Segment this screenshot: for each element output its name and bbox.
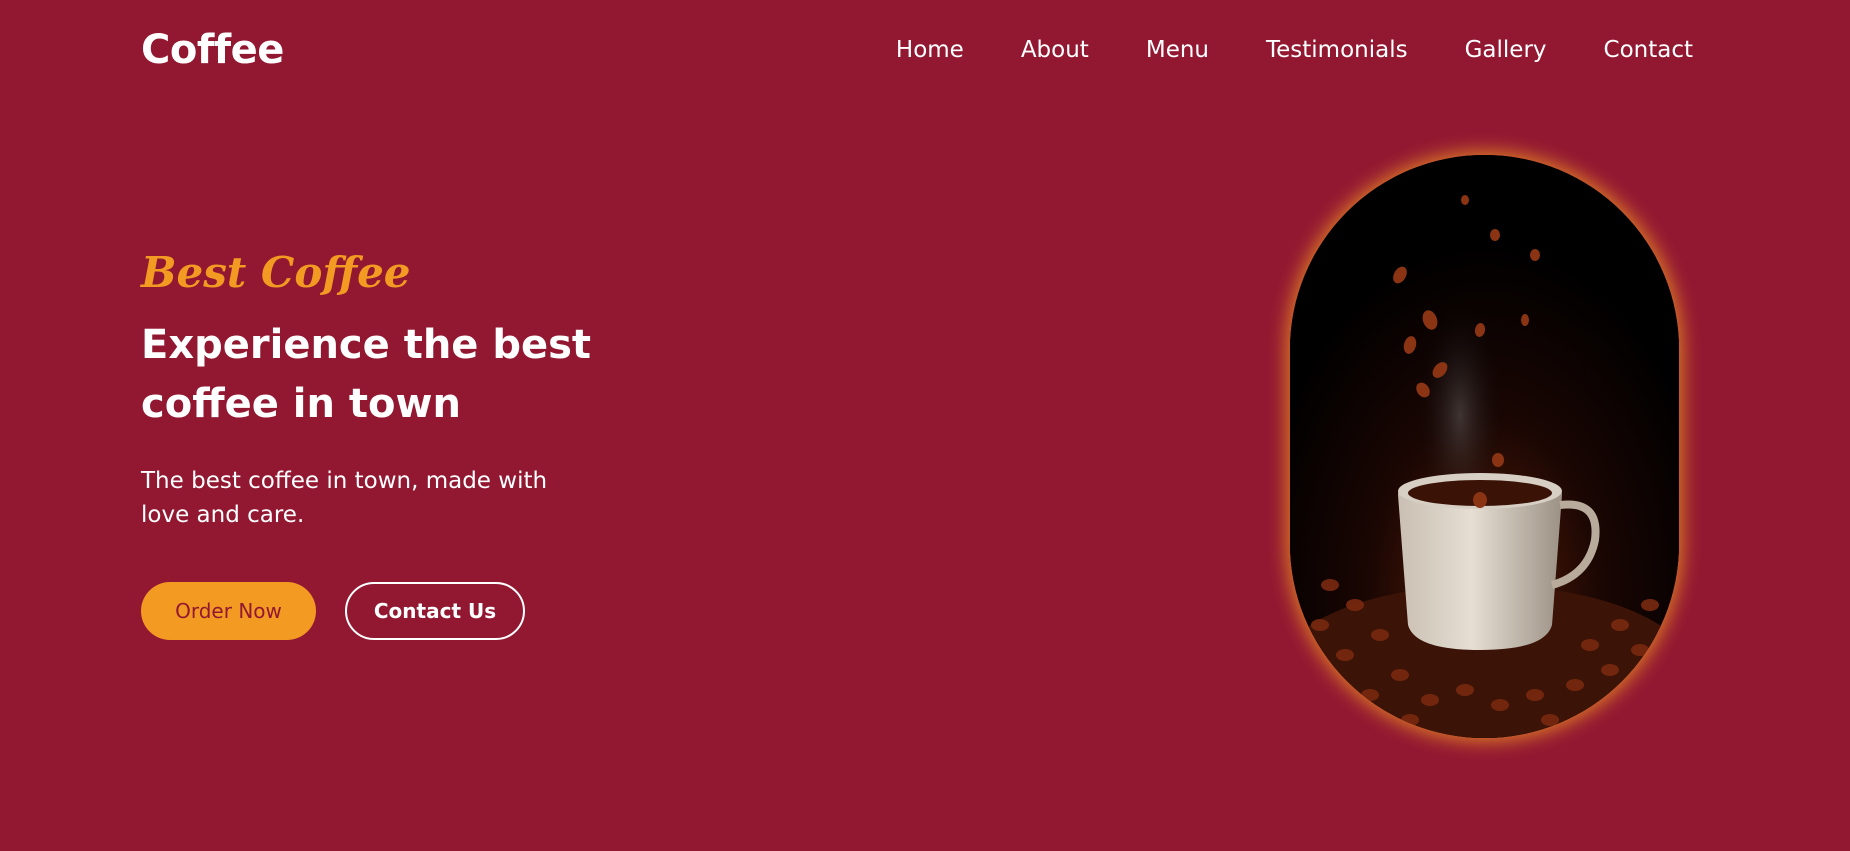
landing-page: Coffee Home About Menu Testimonials Gall… <box>0 0 1850 851</box>
hero-buttons: Order Now Contact Us <box>141 582 661 641</box>
nav-link-about[interactable]: About <box>1021 37 1089 63</box>
hero-headline-line2: coffee in town <box>141 381 461 428</box>
navbar: Coffee Home About Menu Testimonials Gall… <box>141 20 1693 80</box>
nav-link-gallery[interactable]: Gallery <box>1465 37 1547 63</box>
contact-us-button[interactable]: Contact Us <box>345 582 525 641</box>
hero-section: Best Coffee Experience the best coffee i… <box>141 248 661 641</box>
order-now-button[interactable]: Order Now <box>141 582 316 641</box>
nav-link-contact[interactable]: Contact <box>1604 37 1693 63</box>
hero-subtext: The best coffee in town, made with love … <box>141 468 548 529</box>
nav-link-menu[interactable]: Menu <box>1146 37 1209 63</box>
hero-coffee-image <box>1290 155 1679 738</box>
hero-headline: Experience the best coffee in town <box>141 316 661 434</box>
site-logo[interactable]: Coffee <box>141 27 284 73</box>
nav-link-home[interactable]: Home <box>896 37 964 63</box>
hero-tagline: Best Coffee <box>141 248 411 297</box>
hero-headline-line1: Experience the best <box>141 322 592 369</box>
nav-menu: Home About Menu Testimonials Gallery Con… <box>896 37 1693 63</box>
nav-link-testimonials[interactable]: Testimonials <box>1266 37 1408 63</box>
